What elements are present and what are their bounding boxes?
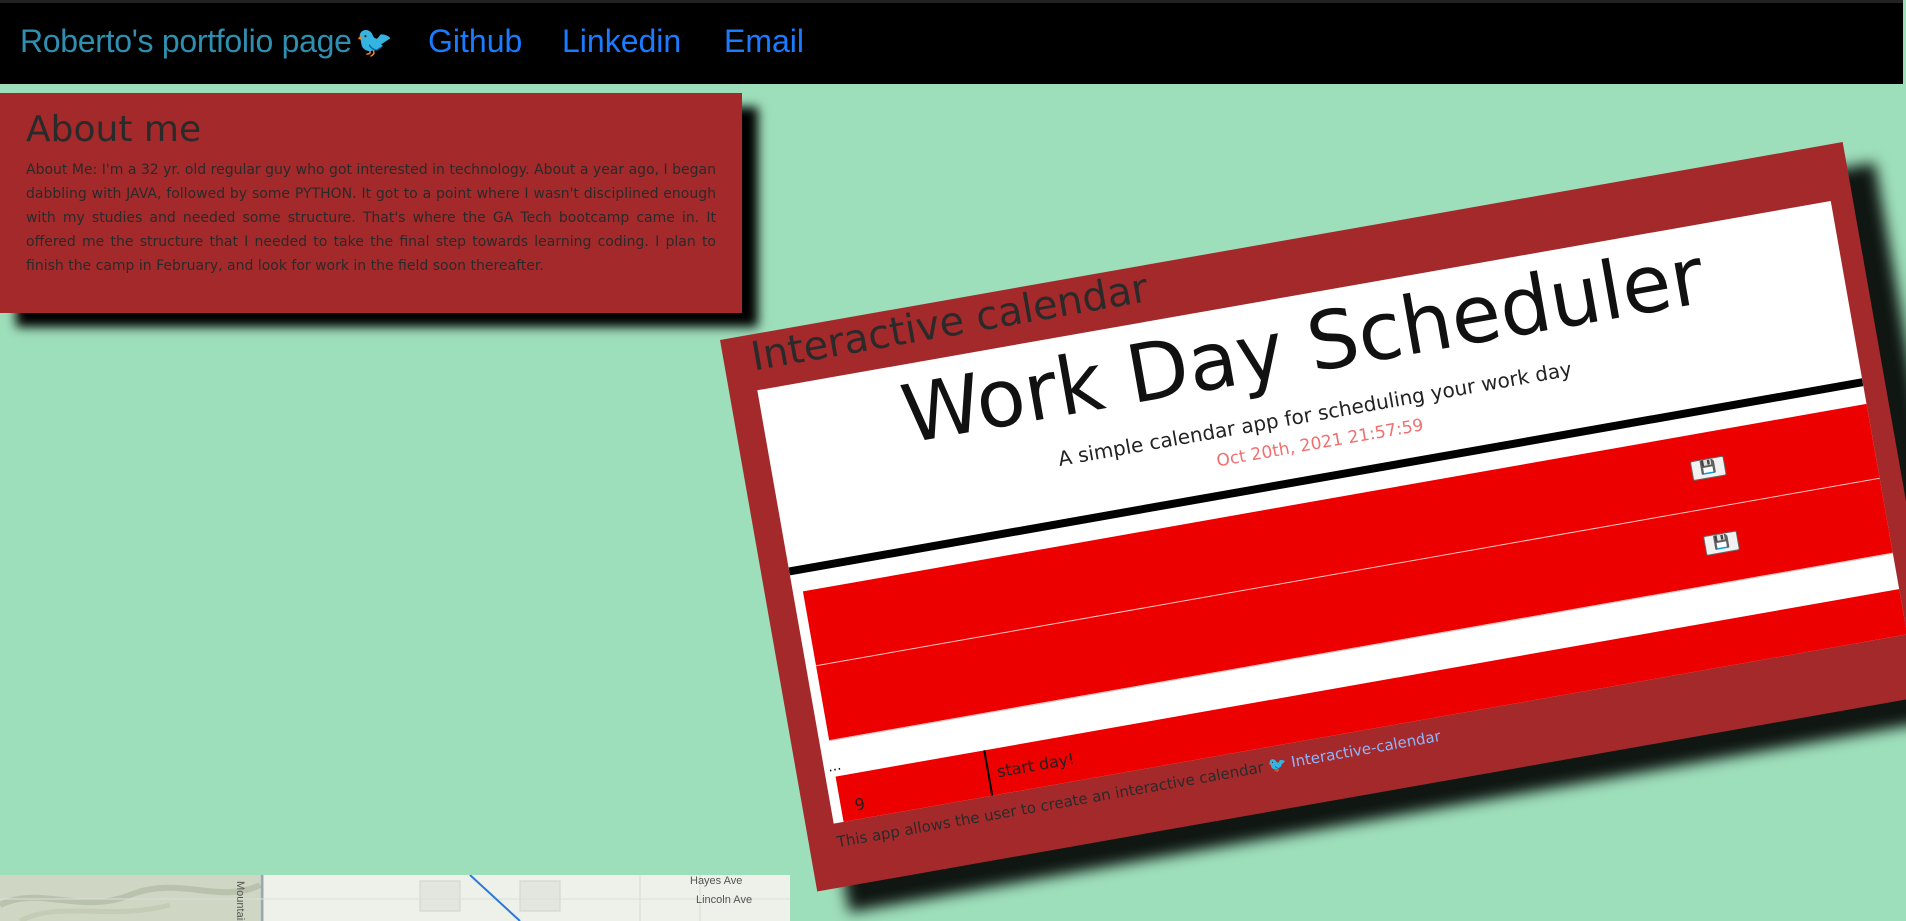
about-card: About me About Me: I'm a 32 yr. old regu… xyxy=(0,93,742,313)
about-text: About Me: I'm a 32 yr. old regular guy w… xyxy=(26,162,716,274)
map-label-mountain: Mountain xyxy=(234,881,246,921)
map-label-hayes: Hayes Ave xyxy=(690,875,743,887)
project-screenshot[interactable]: Work Day Scheduler A simple calendar app… xyxy=(757,201,1906,824)
floppy-disk-icon[interactable]: 💾 xyxy=(1703,530,1740,556)
top-nav: Roberto's portfolio page 🐦 Github Linkedi… xyxy=(0,0,1903,84)
map-preview: Hayes Ave Lincoln Ave Mountain xyxy=(0,875,790,921)
task-text[interactable]: start day! xyxy=(996,749,1076,781)
nav-link-linkedin[interactable]: Linkedin xyxy=(562,23,681,60)
brand[interactable]: Roberto's portfolio page 🐦 xyxy=(20,23,393,60)
nav-link-github[interactable]: Github xyxy=(428,23,522,60)
cardinal-bird-icon: 🐦 xyxy=(355,26,393,59)
map-graphic xyxy=(0,875,790,921)
about-title: About me xyxy=(26,109,202,150)
hour-label: 9 xyxy=(853,794,867,815)
cardinal-bird-icon: 🐦 xyxy=(1266,754,1289,776)
nav-link-email[interactable]: Email xyxy=(724,23,804,60)
floppy-disk-icon[interactable]: 💾 xyxy=(1689,455,1727,482)
brand-title: Roberto's portfolio page xyxy=(20,23,352,59)
app-ellipsis: ... xyxy=(826,757,843,776)
project-card: Interactive calendar Work Day Scheduler … xyxy=(720,142,1906,892)
map-label-lincoln: Lincoln Ave xyxy=(696,894,753,906)
